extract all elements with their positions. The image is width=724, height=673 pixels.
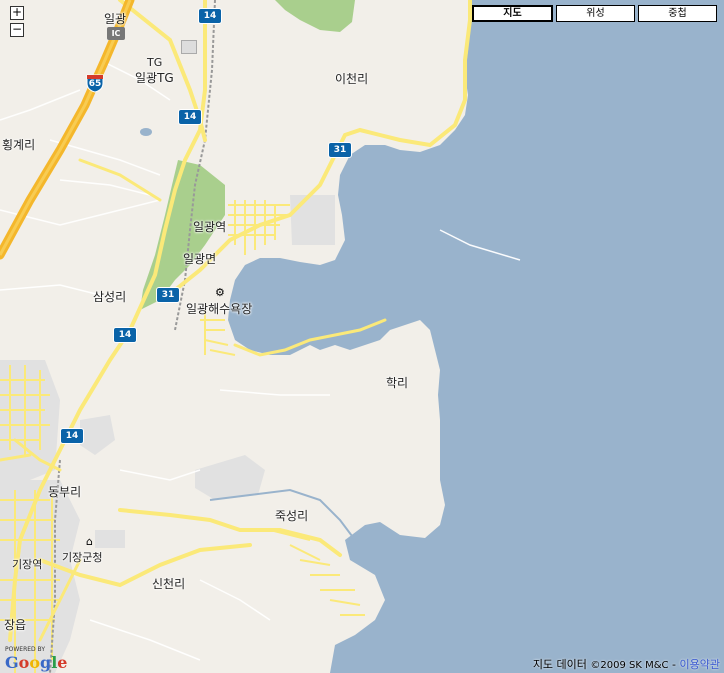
place-label: 기장역 — [12, 558, 43, 571]
place-label: 횡계리 — [2, 138, 36, 152]
route-14-shield-icon: 14 — [60, 428, 84, 444]
place-label: TG — [147, 56, 163, 69]
interchange-icon: IC — [107, 27, 125, 40]
map-type-satellite-button[interactable]: 위성 — [556, 5, 635, 22]
place-label: 장읍 — [4, 618, 27, 632]
government-building-icon: ⌂ — [86, 535, 93, 548]
place-label: 일광역 — [193, 220, 227, 234]
place-label: 기장군청 — [62, 551, 103, 564]
place-label: 일광 — [104, 12, 127, 26]
route-31-shield-icon: 31 — [156, 287, 180, 303]
route-31-shield-icon: 31 — [328, 142, 352, 158]
separator: - — [668, 658, 680, 671]
park-area — [140, 160, 225, 310]
zoom-out-button[interactable]: − — [10, 23, 24, 37]
place-label: 동부리 — [48, 485, 82, 499]
tollgate-icon — [181, 40, 197, 54]
place-label: 신천리 — [152, 577, 186, 591]
map-type-map-button[interactable]: 지도 — [472, 5, 553, 22]
powered-by-text: POWERED BY — [5, 646, 46, 653]
place-label: 이천리 — [335, 72, 369, 86]
zoom-in-button[interactable]: + — [10, 6, 24, 20]
route-14-shield-icon: 14 — [198, 8, 222, 24]
map-tiles — [0, 0, 724, 673]
map-type-hybrid-button[interactable]: 중첩 — [638, 5, 717, 22]
map-data-label: 지도 데이터 — [532, 658, 587, 671]
google-wordmark: Google — [5, 653, 68, 672]
map-attribution: 지도 데이터 ©2009 SK M&C - 이용약관 — [533, 656, 720, 672]
place-label: 일광면 — [183, 252, 217, 266]
place-label: 삼성리 — [93, 290, 127, 304]
beach-icon: ⚙ — [215, 286, 225, 299]
map-canvas[interactable]: + − 지도 위성 중첩 일광 TG 일광TG 이천리 횡계리 일광역 일광면 … — [0, 0, 724, 673]
shield-label: 65 — [88, 79, 102, 89]
place-label: 죽성리 — [275, 509, 309, 523]
interstate-65-shield-icon: 65 — [86, 73, 104, 93]
route-14-shield-icon: 14 — [113, 327, 137, 343]
route-14-shield-icon: 14 — [178, 109, 202, 125]
place-label: 일광TG — [135, 71, 174, 85]
place-label: 일광해수욕장 — [186, 302, 253, 316]
copyright-text: ©2009 SK M&C — [590, 660, 669, 671]
sea — [228, 0, 724, 673]
park-area — [275, 0, 355, 32]
map-type-selector: 지도 위성 중첩 — [472, 5, 717, 22]
terms-link[interactable]: 이용약관 — [680, 658, 720, 671]
google-logo[interactable]: POWERED BY Google — [5, 646, 67, 672]
place-label: 학리 — [386, 376, 409, 390]
